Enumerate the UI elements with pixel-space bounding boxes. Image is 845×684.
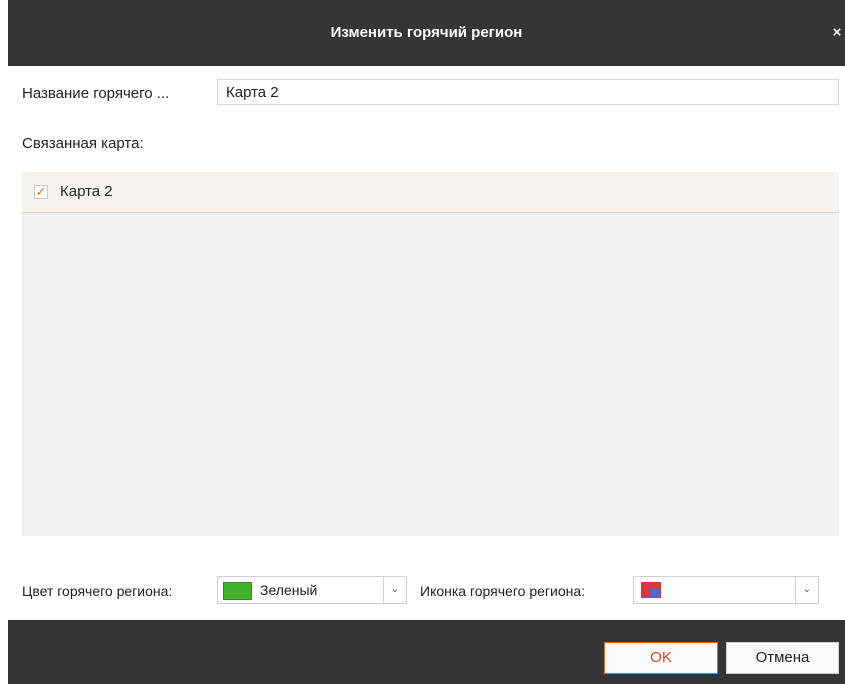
dialog-titlebar: Изменить горячий регион × [8,0,845,66]
map-checkbox[interactable]: ✓ [34,185,48,199]
cancel-button[interactable]: Отмена [726,642,839,674]
hot-region-name-label: Название горячего ... [22,85,170,102]
hot-region-icon-select[interactable]: ⌄ [633,576,819,604]
map-list-item[interactable]: ✓ Карта 2 [22,172,839,213]
linked-map-list: ✓ Карта 2 [22,172,839,536]
linked-map-label: Связанная карта: [22,135,144,152]
hot-region-color-label: Цвет горячего региона: [22,583,173,599]
color-swatch [223,582,252,600]
dialog-footer: OK Отмена [8,620,845,684]
dialog-title: Изменить горячий регион [330,24,523,41]
chevron-down-icon[interactable]: ⌄ [795,577,818,603]
hot-region-icon-label: Иконка горячего региона: [420,583,586,599]
ok-button[interactable]: OK [604,642,718,674]
chevron-down-icon[interactable]: ⌄ [383,577,406,603]
hot-region-name-input[interactable] [217,79,839,105]
edit-hot-region-dialog: Изменить горячий регион × Название горяч… [8,0,845,684]
color-select-value: Зеленый [260,582,318,598]
hot-region-icon [641,582,661,598]
map-item-label: Карта 2 [60,183,113,200]
hot-region-color-select[interactable]: Зеленый ⌄ [217,576,407,604]
close-icon[interactable]: × [829,22,845,44]
